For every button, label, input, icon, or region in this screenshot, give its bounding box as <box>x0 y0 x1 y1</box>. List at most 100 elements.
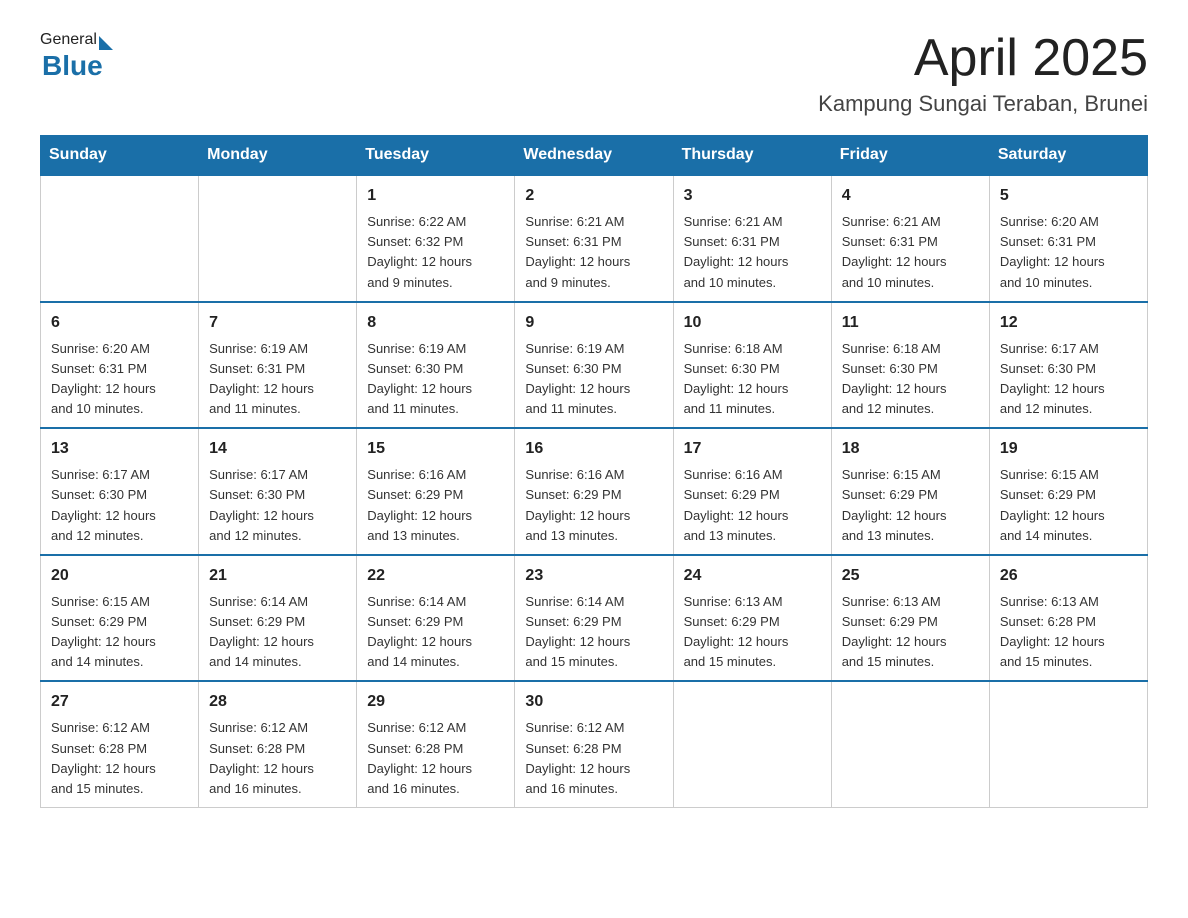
day-info: Sunrise: 6:13 AM Sunset: 6:28 PM Dayligh… <box>1000 592 1137 673</box>
calendar-week-4: 20Sunrise: 6:15 AM Sunset: 6:29 PM Dayli… <box>41 555 1148 682</box>
day-number: 21 <box>209 564 346 588</box>
day-number: 16 <box>525 437 662 461</box>
calendar-week-1: 1Sunrise: 6:22 AM Sunset: 6:32 PM Daylig… <box>41 175 1148 302</box>
calendar-cell: 18 Sunrise: 6:15 AM Sunset: 6:29 PM Dayli… <box>831 428 989 555</box>
weekday-header-tuesday: Tuesday <box>357 136 515 176</box>
day-number: 29 <box>367 690 504 714</box>
day-info: Sunrise: 6:21 AM Sunset: 6:31 PM Dayligh… <box>525 212 662 293</box>
day-number: 19 <box>1000 437 1137 461</box>
day-info: Sunrise: 6:15 AM Sunset: 6:29 PM Dayligh… <box>842 465 979 546</box>
calendar-week-2: 6 Sunrise: 6:20 AM Sunset: 6:31 PM Daylig… <box>41 302 1148 429</box>
month-title: April 2025 <box>818 30 1148 87</box>
calendar-cell <box>673 681 831 807</box>
day-info: Sunrise: 6:17 AM Sunset: 6:30 PM Dayligh… <box>1000 339 1137 420</box>
calendar-cell: 11Sunrise: 6:18 AM Sunset: 6:30 PM Dayli… <box>831 302 989 429</box>
day-number: 15 <box>367 437 504 461</box>
calendar-cell: 29 Sunrise: 6:12 AM Sunset: 6:28 PM Dayli… <box>357 681 515 807</box>
weekday-header-sunday: Sunday <box>41 136 199 176</box>
calendar-table: SundayMondayTuesdayWednesdayThursdayFrid… <box>40 135 1148 808</box>
calendar-cell: 20Sunrise: 6:15 AM Sunset: 6:29 PM Dayli… <box>41 555 199 682</box>
calendar-cell: 2 Sunrise: 6:21 AM Sunset: 6:31 PM Daylig… <box>515 175 673 302</box>
day-info: Sunrise: 6:13 AM Sunset: 6:29 PM Dayligh… <box>684 592 821 673</box>
day-info: Sunrise: 6:16 AM Sunset: 6:29 PM Dayligh… <box>525 465 662 546</box>
day-info: Sunrise: 6:14 AM Sunset: 6:29 PM Dayligh… <box>525 592 662 673</box>
calendar-cell <box>41 175 199 302</box>
day-info: Sunrise: 6:20 AM Sunset: 6:31 PM Dayligh… <box>51 339 188 420</box>
day-info: Sunrise: 6:20 AM Sunset: 6:31 PM Dayligh… <box>1000 212 1137 293</box>
day-number: 7 <box>209 311 346 335</box>
calendar-cell: 3 Sunrise: 6:21 AM Sunset: 6:31 PM Daylig… <box>673 175 831 302</box>
calendar-cell <box>199 175 357 302</box>
day-number: 4 <box>842 184 979 208</box>
location-subtitle: Kampung Sungai Teraban, Brunei <box>818 91 1148 117</box>
weekday-header-thursday: Thursday <box>673 136 831 176</box>
day-number: 5 <box>1000 184 1137 208</box>
day-number: 23 <box>525 564 662 588</box>
calendar-cell: 19 Sunrise: 6:15 AM Sunset: 6:29 PM Dayli… <box>989 428 1147 555</box>
day-number: 12 <box>1000 311 1137 335</box>
calendar-cell: 21 Sunrise: 6:14 AM Sunset: 6:29 PM Dayli… <box>199 555 357 682</box>
page-header: General Blue April 2025 Kampung Sungai T… <box>40 30 1148 117</box>
weekday-header-monday: Monday <box>199 136 357 176</box>
calendar-cell: 13Sunrise: 6:17 AM Sunset: 6:30 PM Dayli… <box>41 428 199 555</box>
calendar-cell: 22Sunrise: 6:14 AM Sunset: 6:29 PM Dayli… <box>357 555 515 682</box>
calendar-cell: 26 Sunrise: 6:13 AM Sunset: 6:28 PM Dayli… <box>989 555 1147 682</box>
day-number: 25 <box>842 564 979 588</box>
day-info: Sunrise: 6:19 AM Sunset: 6:30 PM Dayligh… <box>525 339 662 420</box>
day-number: 18 <box>842 437 979 461</box>
day-number: 28 <box>209 690 346 714</box>
calendar-cell: 1Sunrise: 6:22 AM Sunset: 6:32 PM Daylig… <box>357 175 515 302</box>
day-info: Sunrise: 6:18 AM Sunset: 6:30 PM Dayligh… <box>684 339 821 420</box>
day-info: Sunrise: 6:17 AM Sunset: 6:30 PM Dayligh… <box>209 465 346 546</box>
day-number: 2 <box>525 184 662 208</box>
day-info: Sunrise: 6:16 AM Sunset: 6:29 PM Dayligh… <box>684 465 821 546</box>
day-number: 30 <box>525 690 662 714</box>
weekday-header-saturday: Saturday <box>989 136 1147 176</box>
day-info: Sunrise: 6:18 AM Sunset: 6:30 PM Dayligh… <box>842 339 979 420</box>
day-number: 24 <box>684 564 821 588</box>
calendar-cell: 6 Sunrise: 6:20 AM Sunset: 6:31 PM Daylig… <box>41 302 199 429</box>
day-number: 20 <box>51 564 188 588</box>
day-info: Sunrise: 6:13 AM Sunset: 6:29 PM Dayligh… <box>842 592 979 673</box>
day-info: Sunrise: 6:16 AM Sunset: 6:29 PM Dayligh… <box>367 465 504 546</box>
calendar-week-3: 13Sunrise: 6:17 AM Sunset: 6:30 PM Dayli… <box>41 428 1148 555</box>
calendar-cell: 5 Sunrise: 6:20 AM Sunset: 6:31 PM Daylig… <box>989 175 1147 302</box>
day-number: 14 <box>209 437 346 461</box>
logo-general-text: General <box>40 31 97 49</box>
day-number: 3 <box>684 184 821 208</box>
calendar-week-5: 27 Sunrise: 6:12 AM Sunset: 6:28 PM Dayli… <box>41 681 1148 807</box>
day-info: Sunrise: 6:14 AM Sunset: 6:29 PM Dayligh… <box>209 592 346 673</box>
day-number: 9 <box>525 311 662 335</box>
logo-arrow-icon <box>99 36 113 50</box>
day-info: Sunrise: 6:19 AM Sunset: 6:30 PM Dayligh… <box>367 339 504 420</box>
day-info: Sunrise: 6:12 AM Sunset: 6:28 PM Dayligh… <box>209 718 346 799</box>
calendar-cell: 14 Sunrise: 6:17 AM Sunset: 6:30 PM Dayli… <box>199 428 357 555</box>
day-number: 27 <box>51 690 188 714</box>
calendar-cell: 4 Sunrise: 6:21 AM Sunset: 6:31 PM Daylig… <box>831 175 989 302</box>
calendar-cell: 30 Sunrise: 6:12 AM Sunset: 6:28 PM Dayli… <box>515 681 673 807</box>
day-info: Sunrise: 6:22 AM Sunset: 6:32 PM Dayligh… <box>367 212 504 293</box>
calendar-cell: 28 Sunrise: 6:12 AM Sunset: 6:28 PM Dayli… <box>199 681 357 807</box>
logo: General Blue <box>40 30 113 82</box>
day-number: 6 <box>51 311 188 335</box>
day-info: Sunrise: 6:21 AM Sunset: 6:31 PM Dayligh… <box>684 212 821 293</box>
day-number: 8 <box>367 311 504 335</box>
calendar-cell: 24 Sunrise: 6:13 AM Sunset: 6:29 PM Dayli… <box>673 555 831 682</box>
day-info: Sunrise: 6:12 AM Sunset: 6:28 PM Dayligh… <box>525 718 662 799</box>
day-number: 10 <box>684 311 821 335</box>
day-info: Sunrise: 6:12 AM Sunset: 6:28 PM Dayligh… <box>367 718 504 799</box>
day-info: Sunrise: 6:21 AM Sunset: 6:31 PM Dayligh… <box>842 212 979 293</box>
day-number: 26 <box>1000 564 1137 588</box>
calendar-cell: 16 Sunrise: 6:16 AM Sunset: 6:29 PM Dayli… <box>515 428 673 555</box>
day-info: Sunrise: 6:12 AM Sunset: 6:28 PM Dayligh… <box>51 718 188 799</box>
calendar-cell: 10 Sunrise: 6:18 AM Sunset: 6:30 PM Dayli… <box>673 302 831 429</box>
logo-blue-text: Blue <box>42 50 103 82</box>
weekday-header-wednesday: Wednesday <box>515 136 673 176</box>
weekday-header-friday: Friday <box>831 136 989 176</box>
calendar-cell: 17Sunrise: 6:16 AM Sunset: 6:29 PM Dayli… <box>673 428 831 555</box>
calendar-cell: 23 Sunrise: 6:14 AM Sunset: 6:29 PM Dayli… <box>515 555 673 682</box>
calendar-cell <box>989 681 1147 807</box>
calendar-cell: 12 Sunrise: 6:17 AM Sunset: 6:30 PM Dayli… <box>989 302 1147 429</box>
day-info: Sunrise: 6:15 AM Sunset: 6:29 PM Dayligh… <box>1000 465 1137 546</box>
day-info: Sunrise: 6:19 AM Sunset: 6:31 PM Dayligh… <box>209 339 346 420</box>
